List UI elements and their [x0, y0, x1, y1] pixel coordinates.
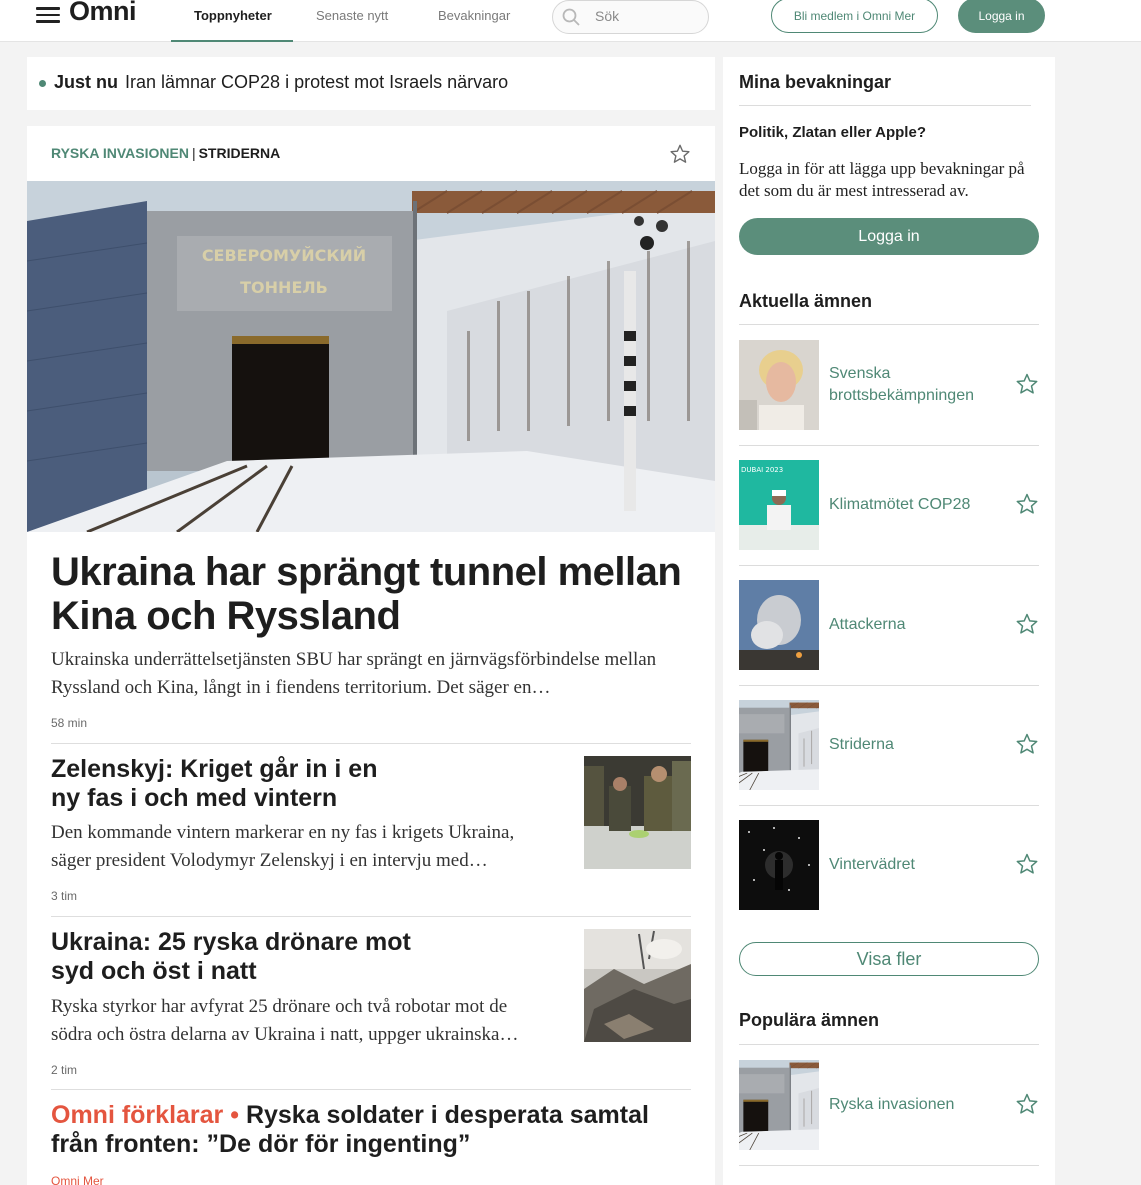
cop28-photo: DUBAI 2023	[739, 460, 819, 550]
divider	[739, 805, 1039, 806]
topic-item[interactable]: Vintervädret	[739, 820, 1039, 910]
topic-thumbnail	[739, 700, 819, 790]
divider	[51, 916, 691, 917]
article-lede[interactable]: Ryska styrkor har avfyrat 25 drönare och…	[51, 993, 551, 1049]
watch-question: Politik, Zlatan eller Apple?	[739, 124, 926, 141]
topic-thumbnail	[739, 340, 819, 430]
article-thumbnail[interactable]	[584, 756, 691, 869]
article-headline[interactable]: Ukraina: 25 ryska drönare mot syd och ös…	[51, 928, 411, 986]
explainer-kicker: Omni förklarar •	[51, 1101, 239, 1129]
breaking-news-bar[interactable]: Just nu Iran lämnar COP28 i protest mot …	[27, 57, 715, 110]
star-icon[interactable]	[1015, 732, 1039, 756]
topic-thumbnail	[739, 580, 819, 670]
topic-item[interactable]: Attackerna	[739, 580, 1039, 670]
topic-item[interactable]: Svenska brottsbekämpningen	[739, 340, 1039, 430]
hero-timestamp: 58 min	[51, 716, 88, 730]
live-dot-icon	[39, 80, 46, 87]
kicker-topic-link[interactable]: RYSKA INVASIONEN	[51, 145, 189, 161]
divider	[51, 743, 691, 744]
tab-bevakningar[interactable]: Bevakningar	[438, 8, 510, 23]
kicker-subtopic-link[interactable]: STRIDERNA	[199, 145, 281, 161]
hero-sign-line1: СЕВЕРОМУЙСКИЙ	[202, 246, 366, 265]
divider	[739, 1165, 1039, 1166]
omni-logo[interactable]: Omni	[69, 0, 137, 27]
topic-name[interactable]: Klimatmötet COP28	[829, 460, 999, 550]
star-icon[interactable]	[1015, 372, 1039, 396]
article-timestamp: 3 tim	[51, 889, 78, 903]
become-member-button[interactable]: Bli medlem i Omni Mer	[771, 0, 938, 33]
divider	[739, 565, 1039, 566]
divider	[739, 324, 1039, 325]
smoke-photo	[739, 580, 819, 670]
topic-thumbnail: DUBAI 2023	[739, 460, 819, 550]
popular-topics-heading: Populära ämnen	[739, 1010, 880, 1030]
active-tab-indicator	[171, 40, 293, 42]
article-lede[interactable]: Den kommande vintern markerar en ny fas …	[51, 819, 551, 875]
explainer-source: Omni Mer	[51, 1174, 104, 1185]
tunnel-thumbnail-photo	[739, 700, 819, 790]
topic-thumbnail	[739, 820, 819, 910]
military-meeting-photo	[584, 756, 691, 869]
hero-lede[interactable]: Ukrainska underrättelsetjänsten SBU har …	[51, 646, 661, 702]
snow-night-photo	[739, 820, 819, 910]
kicker-separator: |	[191, 145, 196, 161]
star-icon[interactable]	[669, 143, 691, 165]
divider	[51, 1089, 691, 1090]
article-timestamp: 2 tim	[51, 1063, 78, 1077]
show-more-button[interactable]: Visa fler	[739, 942, 1039, 976]
tab-senaste-nytt[interactable]: Senaste nytt	[316, 8, 388, 23]
article-thumbnail[interactable]	[584, 929, 691, 1042]
main-news-card: RYSKA INVASIONEN | STRIDERNA СЕВЕРОМУЙСКИЙ…	[27, 126, 715, 1185]
current-topics-heading: Aktuella ämnen	[739, 291, 873, 311]
divider	[739, 445, 1039, 446]
star-icon[interactable]	[1015, 612, 1039, 636]
hero-image[interactable]: СЕВЕРОМУЙСКИЙ ТОННЕЛЬ	[27, 181, 715, 532]
tunnel-thumbnail-photo	[739, 1060, 819, 1150]
sidebar-login-button[interactable]: Logga in	[739, 218, 1039, 255]
topic-name[interactable]: Striderna	[829, 700, 999, 790]
star-icon[interactable]	[1015, 852, 1039, 876]
watch-heading: Mina bevakningar	[739, 72, 892, 92]
search-input[interactable]	[595, 8, 695, 24]
tab-toppnyheter[interactable]: Toppnyheter	[194, 8, 272, 23]
topic-name[interactable]: Ryska invasionen	[829, 1060, 999, 1150]
breaking-headline[interactable]: Iran lämnar COP28 i protest mot Israels …	[125, 72, 508, 93]
explainer-headline[interactable]: Omni förklarar • Ryska soldater i desper…	[51, 1101, 691, 1159]
divider	[739, 685, 1039, 686]
top-navigation-bar: Omni Toppnyheter Senaste nytt Bevakninga…	[0, 0, 1141, 42]
topic-name[interactable]: Vintervädret	[829, 820, 999, 910]
search-icon	[562, 8, 580, 26]
breaking-label: Just nu	[54, 72, 119, 92]
sidebar: Mina bevakningar Politik, Zlatan eller A…	[723, 57, 1055, 1185]
topic-item[interactable]: Ryska invasionen	[739, 1060, 1039, 1150]
article-headline[interactable]: Zelenskyj: Kriget går in i en ny fas i o…	[51, 755, 411, 813]
login-button[interactable]: Logga in	[958, 0, 1045, 33]
topic-item[interactable]: DUBAI 2023 Klimatmötet COP28	[739, 460, 1039, 550]
topic-kicker: RYSKA INVASIONEN | STRIDERNA	[51, 145, 280, 161]
star-icon[interactable]	[1015, 492, 1039, 516]
menu-icon[interactable]	[36, 7, 60, 23]
rubble-photo	[584, 929, 691, 1042]
topic-name[interactable]: Attackerna	[829, 580, 999, 670]
hero-headline[interactable]: Ukraina har sprängt tunnel mellan Kina o…	[51, 550, 701, 638]
watch-text: Logga in för att lägga upp bevakningar p…	[739, 159, 1025, 200]
search-box[interactable]	[552, 0, 709, 34]
portrait-photo	[739, 340, 819, 430]
tunnel-photo: СЕВЕРОМУЙСКИЙ ТОННЕЛЬ	[27, 181, 715, 532]
divider	[739, 1044, 1039, 1045]
cop-banner-text: DUBAI 2023	[741, 466, 783, 474]
topic-name[interactable]: Svenska brottsbekämpningen	[829, 340, 999, 430]
star-icon[interactable]	[1015, 1092, 1039, 1116]
divider	[739, 105, 1031, 106]
hero-sign-line2: ТОННЕЛЬ	[240, 278, 328, 297]
topic-item[interactable]: Striderna	[739, 700, 1039, 790]
topic-thumbnail	[739, 1060, 819, 1150]
